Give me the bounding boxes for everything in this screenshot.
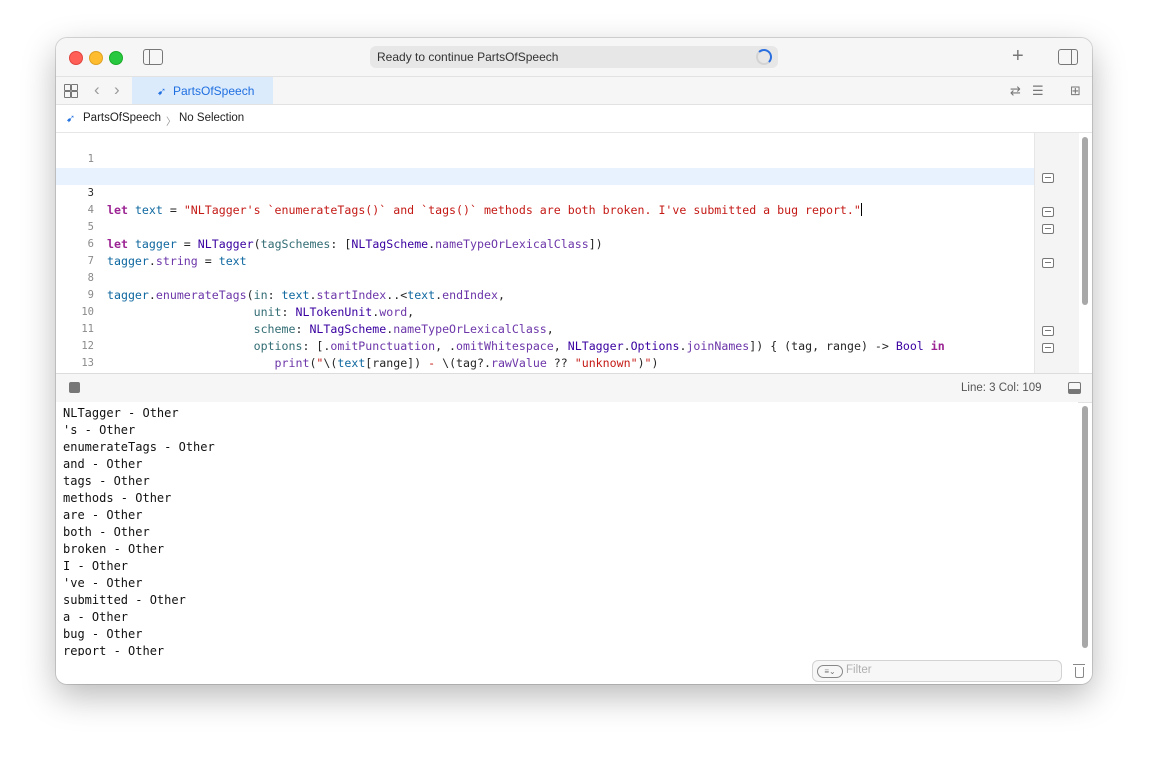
close-button[interactable]	[69, 51, 83, 65]
zoom-button[interactable]	[109, 51, 123, 65]
code-line[interactable]: 6 tagger.string = text	[56, 219, 1034, 268]
editor-scrollbar-thumb[interactable]	[1082, 137, 1088, 305]
breadcrumb-selection[interactable]: No Selection	[179, 112, 244, 124]
console-line: a - Other	[63, 610, 129, 624]
code-line[interactable]: 13 return true	[56, 338, 1034, 369]
debug-bar: Line: 3 Col: 109	[56, 373, 1092, 403]
editor-scrollbar[interactable]	[1078, 133, 1092, 373]
code-line[interactable]: 10 scheme: NLTagScheme.nameTypeOrLexical…	[56, 287, 1034, 336]
code-line[interactable]: 4	[56, 185, 1034, 216]
tab-bar: ‹ › ➹ PartsOfSpeech ⇄ ☰ ⊞	[56, 77, 1092, 105]
code-line[interactable]: 5 let tagger = NLTagger(tagSchemes: [NLT…	[56, 202, 1034, 251]
console-toggle-icon[interactable]	[1068, 382, 1081, 394]
console-output[interactable]: NLTagger - Other 's - Other enumerateTag…	[56, 402, 1078, 656]
tab-label: PartsOfSpeech	[173, 84, 255, 98]
editor-options-icon[interactable]: ☰	[1032, 83, 1044, 99]
code-line[interactable]: 7	[56, 236, 1034, 267]
console-line: 've - Other	[63, 576, 143, 590]
console-line: NLTagger - Other	[63, 406, 179, 420]
filter-placeholder: Filter	[846, 664, 872, 676]
code-line-current[interactable]: 3 let text = "NLTagger's `enumerateTags(…	[56, 168, 1034, 217]
code-line[interactable]: 12 print("\(text[range]) - \(tag?.rawVal…	[56, 321, 1034, 370]
code-line[interactable]: 14 }	[56, 355, 1034, 372]
code-line[interactable]: 2	[56, 151, 1034, 182]
console-line: report - Other	[63, 644, 165, 656]
line-col-indicator: Line: 3 Col: 109	[961, 382, 1042, 394]
plus-icon[interactable]: +	[1012, 45, 1024, 67]
filter-field[interactable]: ≡⌄ Filter	[812, 660, 1062, 682]
swift-file-icon: ➹	[66, 113, 76, 125]
stop-icon[interactable]	[69, 382, 80, 393]
minimize-button[interactable]	[89, 51, 103, 65]
code-line[interactable]: 1 import NaturalLanguage	[56, 134, 1034, 183]
console-line: enumerateTags - Other	[63, 440, 215, 454]
results-sidebar	[1034, 133, 1079, 373]
add-editor-icon[interactable]: ⊞	[1070, 83, 1081, 99]
sidebar-toggle-icon[interactable]	[143, 49, 163, 65]
swift-icon: ➹	[157, 86, 167, 98]
show-result-icon[interactable]	[1042, 258, 1054, 268]
code-line[interactable]: 9 unit: NLTokenUnit.word,	[56, 270, 1034, 319]
title-bar: Ready to continue PartsOfSpeech +	[56, 38, 1092, 77]
show-result-icon[interactable]	[1042, 207, 1054, 217]
show-result-icon[interactable]	[1042, 224, 1054, 234]
activity-status-text: Ready to continue PartsOfSpeech	[377, 50, 559, 64]
breadcrumb-separator: 〉	[166, 117, 176, 128]
xcode-window: Ready to continue PartsOfSpeech + ‹ › ➹ …	[56, 38, 1092, 684]
console-line: broken - Other	[63, 542, 165, 556]
console-scrollbar-thumb[interactable]	[1082, 406, 1088, 648]
breadcrumb-project[interactable]: PartsOfSpeech	[83, 112, 161, 124]
trash-icon[interactable]	[1072, 663, 1086, 679]
show-result-icon[interactable]	[1042, 326, 1054, 336]
show-result-icon[interactable]	[1042, 343, 1054, 353]
code-line[interactable]: 11 options: [.omitPunctuation, .omitWhit…	[56, 304, 1034, 353]
console-line: tags - Other	[63, 474, 150, 488]
show-result-icon[interactable]	[1042, 173, 1054, 183]
console-line: both - Other	[63, 525, 150, 539]
console-line: are - Other	[63, 508, 143, 522]
filter-icon[interactable]: ≡⌄	[817, 665, 843, 678]
refresh-arrows-icon[interactable]: ⇄	[1010, 83, 1021, 99]
chevron-right-icon[interactable]: ›	[114, 80, 120, 100]
console-line: submitted - Other	[63, 593, 186, 607]
tab-partsofspeech[interactable]: ➹ PartsOfSpeech	[132, 77, 273, 104]
jump-bar: ➹ PartsOfSpeech 〉 No Selection	[56, 105, 1092, 133]
inspector-toggle-icon[interactable]	[1058, 49, 1078, 65]
console-scrollbar[interactable]	[1078, 402, 1092, 656]
code-line[interactable]: 8 tagger.enumerateTags(in: text.startInd…	[56, 253, 1034, 302]
console-line: bug - Other	[63, 627, 143, 641]
chevron-left-icon[interactable]: ‹	[94, 80, 100, 100]
source-editor[interactable]: 1 import NaturalLanguage 2 3 let text = …	[56, 133, 1092, 373]
console-line: 's - Other	[63, 423, 136, 437]
grid-icon[interactable]	[64, 84, 78, 98]
console-line: and - Other	[63, 457, 143, 471]
console-line: I - Other	[63, 559, 129, 573]
activity-viewer: Ready to continue PartsOfSpeech	[370, 46, 778, 68]
progress-spinner-icon	[756, 49, 772, 65]
console-line: methods - Other	[63, 491, 172, 505]
